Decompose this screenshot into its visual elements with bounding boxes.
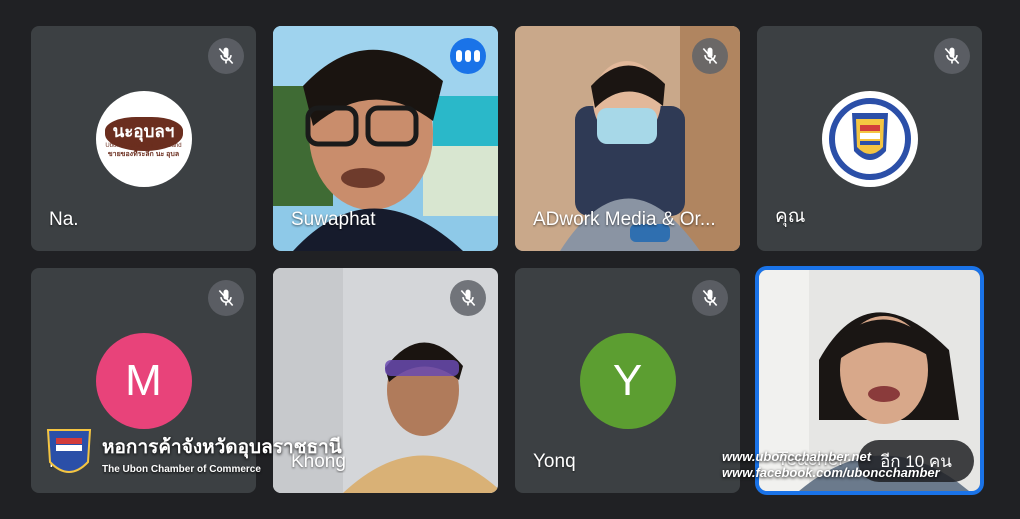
participant-name: Suwaphat (291, 209, 376, 230)
participant-tile-suwaphat[interactable]: Suwaphat (273, 26, 498, 251)
web-address-overlay: www.uboncchamber.net www.facebook.com/ub… (722, 449, 940, 481)
chamber-seal-logo (821, 90, 918, 187)
participant-name: ADwork Media & Or... (533, 209, 716, 230)
participant-tile-yonq[interactable]: Y Yonq (515, 268, 740, 493)
audio-level-icon (450, 38, 486, 74)
participant-tile-khun[interactable]: คุณ (757, 26, 982, 251)
avatar: Y (579, 332, 676, 429)
chamber-name-english: The Ubon Chamber of Commerce (102, 463, 261, 475)
mic-off-icon (208, 280, 244, 316)
chamber-name-thai: หอการค้าจังหวัดอุบลราชธานี (102, 436, 342, 458)
participant-name: Yonq (533, 451, 576, 472)
participant-tile-adwork[interactable]: ADwork Media & Or... (515, 26, 740, 251)
facebook-link: www.facebook.com/uboncchamber (722, 465, 940, 480)
na-logo: นะอุบลฯ Ubon Ratchathani · Thailand ขายข… (95, 90, 192, 187)
mic-off-icon (692, 38, 728, 74)
chamber-seal-icon (46, 429, 92, 473)
mic-off-icon (934, 38, 970, 74)
chamber-branding: หอการค้าจังหวัดอุบลราชธานี The Ubon Cham… (44, 424, 342, 482)
mic-off-icon (692, 280, 728, 316)
mic-off-icon (208, 38, 244, 74)
avatar: M (95, 332, 192, 429)
logo-caption: ขายของที่ระลึก นะ อุบล (107, 151, 180, 158)
website-link: www.uboncchamber.net (722, 449, 872, 464)
participant-name: Na. (49, 209, 79, 230)
participant-name: คุณ (775, 206, 806, 227)
participant-tile-na[interactable]: นะอุบลฯ Ubon Ratchathani · Thailand ขายข… (31, 26, 256, 251)
mic-off-icon (450, 280, 486, 316)
